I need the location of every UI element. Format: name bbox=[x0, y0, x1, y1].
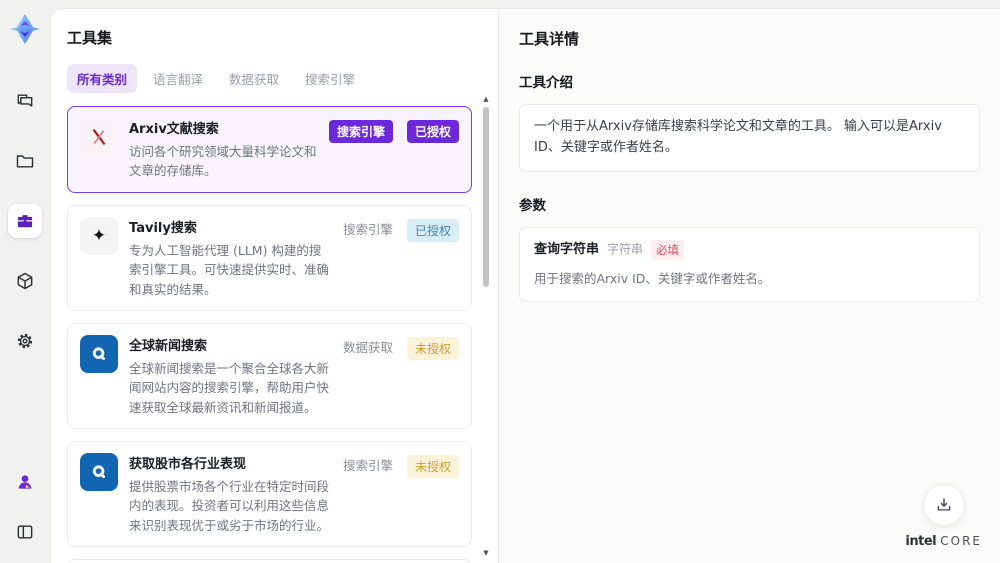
parameter-header: 查询字符串 字符串 必填 bbox=[534, 239, 965, 261]
tool-card[interactable]: ✦ Arxiv文献搜索 访问各个研究领域大量科学论文和文章的存储库。 bbox=[67, 106, 472, 193]
tool-card-meta: 数据获取 未授权 bbox=[343, 335, 459, 417]
gear-icon[interactable] bbox=[8, 324, 42, 358]
page-title: 工具集 bbox=[67, 29, 113, 47]
tab-category-2[interactable]: 数据获取 bbox=[219, 64, 289, 93]
tool-card[interactable]: ✦ 获取股市各行业表现 提供股票市场各个行业在特定时间段内的表现。投资者可以利用… bbox=[67, 441, 472, 548]
tab-category-3[interactable]: 搜索引擎 bbox=[295, 64, 365, 93]
required-badge: 必填 bbox=[651, 239, 685, 261]
tool-description: 提供股票市场各个行业在特定时间段内的表现。投资者可以利用这些信息来识别表现优于或… bbox=[129, 479, 330, 533]
intro-heading: 工具介绍 bbox=[519, 75, 573, 91]
user-icon[interactable] bbox=[8, 465, 42, 499]
details-title: 工具详情 bbox=[519, 30, 580, 48]
tool-intro-text: 一个用于从Arxiv存储库搜索科学论文和文章的工具。 输入可以是Arxiv ID… bbox=[519, 104, 980, 172]
tool-name: 全球新闻搜索 bbox=[129, 338, 208, 354]
parameter-description: 用于搜索的Arxiv ID、关键字或作者姓名。 bbox=[534, 271, 771, 287]
tool-description: 访问各个研究领域大量科学论文和文章的存储库。 bbox=[129, 144, 317, 179]
tool-card[interactable]: ✦ 获取市场最活跃股票信息 提供当天交易量最高的股票列表，投资者可以利用这些信息… bbox=[67, 559, 472, 563]
tool-card-text: 获取股市各行业表现 提供股票市场各个行业在特定时间段内的表现。投资者可以利用这些… bbox=[129, 453, 332, 535]
app-root: 工具集 所有类别语言翻译数据获取搜索引擎 ✦ bbox=[0, 0, 1000, 563]
tool-card[interactable]: ✦ Tavily搜索 专为人工智能代理 (LLM) 构建的搜索引擎工具。可快速提… bbox=[67, 204, 472, 311]
category-label: 搜索引擎 bbox=[328, 120, 393, 143]
tool-name: 获取股市各行业表现 bbox=[129, 457, 247, 472]
category-label: 搜索引擎 bbox=[342, 221, 393, 237]
tool-name: Tavily搜索 bbox=[129, 220, 197, 236]
scroll-thumb[interactable] bbox=[483, 107, 489, 287]
tab-category-1[interactable]: 语言翻译 bbox=[143, 64, 213, 93]
blue-search-app-icon bbox=[80, 334, 118, 373]
tool-card-list: ✦ Arxiv文献搜索 访问各个研究领域大量科学论文和文章的存储库。 bbox=[67, 106, 472, 563]
parameter-name: 查询字符串 bbox=[534, 241, 600, 257]
tool-card-meta: 搜索引擎 已授权 bbox=[343, 217, 459, 299]
sidebar bbox=[0, 0, 50, 563]
tool-card-meta: 搜索引擎 已授权 bbox=[328, 118, 459, 181]
auth-status-badge: 未授权 bbox=[406, 455, 459, 478]
scroll-track[interactable] bbox=[483, 103, 489, 549]
tab-all-categories[interactable]: 所有类别 bbox=[67, 64, 138, 93]
briefcase-icon[interactable] bbox=[8, 204, 42, 238]
arxiv-logo-icon bbox=[80, 118, 118, 156]
tools-panel: 工具集 所有类别语言翻译数据获取搜索引擎 ✦ bbox=[51, 9, 498, 563]
cube-icon[interactable] bbox=[8, 264, 42, 298]
parameter-type: 字符串 bbox=[607, 242, 644, 257]
tool-description: 专为人工智能代理 (LLM) 构建的搜索引擎工具。可快速提供实时、准确和真实的结… bbox=[129, 242, 330, 297]
auth-status-badge: 未授权 bbox=[406, 336, 459, 360]
corner-widgets: intel CORE bbox=[905, 484, 982, 549]
tavily-star-icon: ✦ bbox=[80, 216, 118, 255]
scroll-up-icon[interactable]: ▲ bbox=[483, 95, 488, 103]
category-label: 数据获取 bbox=[342, 339, 393, 355]
tool-description: 全球新闻搜索是一个聚合全球各大新闻网站内容的搜索引擎，帮助用户快速获取全球最新资… bbox=[129, 360, 330, 415]
main-surface: 工具集 所有类别语言翻译数据获取搜索引擎 ✦ bbox=[50, 8, 1000, 563]
category-tabs: 所有类别 语言翻译 数据获取 搜索引擎 bbox=[67, 64, 472, 93]
chat-icon[interactable] bbox=[8, 84, 42, 118]
category-label: 搜索引擎 bbox=[342, 458, 393, 473]
auth-status-badge: 已授权 bbox=[406, 218, 459, 242]
sidebar-nav bbox=[8, 84, 42, 358]
intel-wordmark: intel bbox=[905, 534, 937, 549]
tool-card-meta: 搜索引擎 未授权 bbox=[343, 453, 459, 535]
tool-details-panel: 工具详情 工具介绍 一个用于从Arxiv存储库搜索科学论文和文章的工具。 输入可… bbox=[498, 9, 1000, 563]
auth-status-badge: 已授权 bbox=[406, 120, 459, 143]
intel-core-logo: intel CORE bbox=[905, 534, 982, 549]
panel-toggle-icon[interactable] bbox=[8, 515, 42, 549]
download-button[interactable] bbox=[922, 484, 965, 526]
tool-name: Arxiv文献搜索 bbox=[129, 122, 219, 137]
folder-icon[interactable] bbox=[8, 144, 42, 178]
tool-card-text: Arxiv文献搜索 访问各个研究领域大量科学论文和文章的存储库。 bbox=[129, 118, 318, 181]
tool-card-text: Tavily搜索 专为人工智能代理 (LLM) 构建的搜索引擎工具。可快速提供实… bbox=[129, 217, 332, 299]
sidebar-bottom bbox=[8, 465, 42, 549]
tool-card[interactable]: ✦ 全球新闻搜索 全球新闻搜索是一个聚合全球各大新闻网站内容的搜索引擎，帮助用户… bbox=[67, 322, 472, 429]
scrollbar[interactable]: ▲ ▼ bbox=[481, 95, 491, 557]
params-heading: 参数 bbox=[519, 197, 546, 214]
tool-card-text: 全球新闻搜索 全球新闻搜索是一个聚合全球各大新闻网站内容的搜索引擎，帮助用户快速… bbox=[129, 335, 332, 417]
app-logo-icon bbox=[8, 12, 42, 46]
blue-search-app-icon bbox=[80, 453, 118, 491]
parameter-card: 查询字符串 字符串 必填 用于搜索的Arxiv ID、关键字或作者姓名。 bbox=[519, 226, 980, 303]
scroll-down-icon[interactable]: ▼ bbox=[483, 549, 488, 557]
core-wordmark: CORE bbox=[940, 534, 982, 548]
